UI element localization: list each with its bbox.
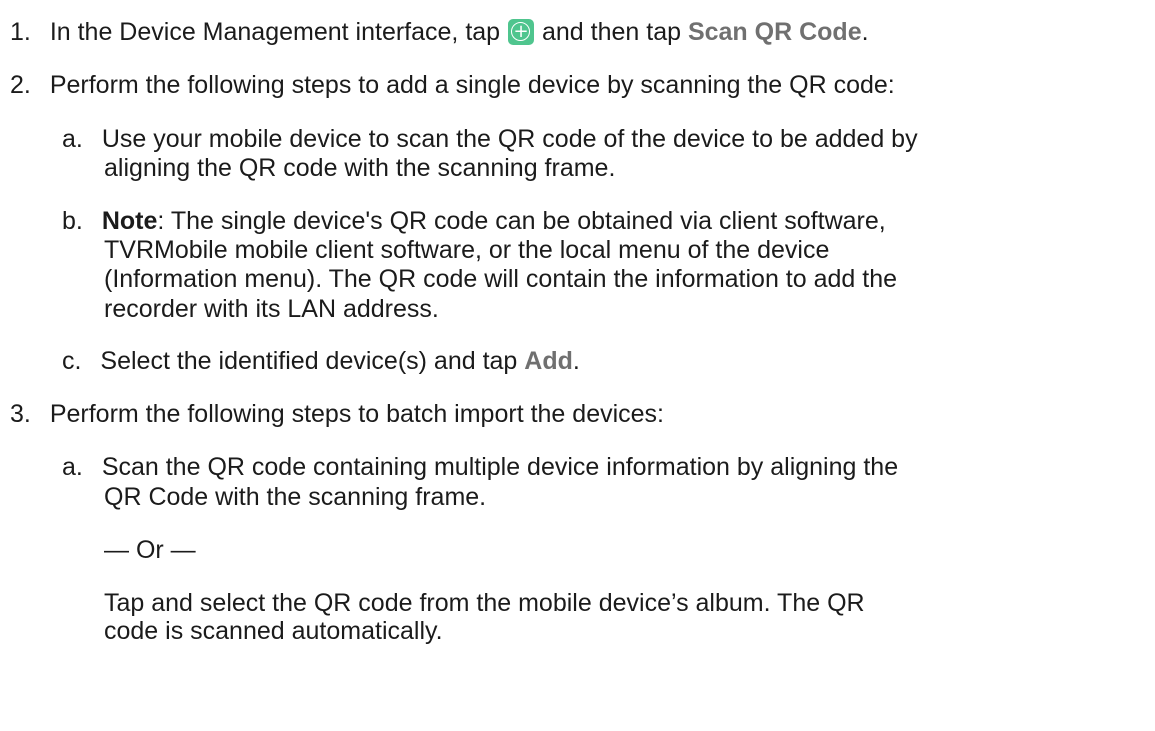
substep-2b: b. Note: The single device's QR code can…: [62, 206, 886, 236]
substep-text: : The single device's QR code can be obt…: [157, 207, 886, 235]
add-circle-icon: [508, 19, 535, 45]
step-text: Perform the following steps to batch imp…: [49, 400, 664, 428]
substep-letter: c.: [62, 347, 82, 375]
step-number: 3.: [10, 400, 31, 428]
substep-letter: b.: [62, 207, 83, 235]
substep-text: .: [572, 347, 580, 375]
substep-letter: a.: [62, 125, 83, 153]
substep-3a-alt: Tap and select the QR code from the mobi…: [104, 588, 865, 618]
substep-3a-alt-cont: code is scanned automatically.: [104, 616, 443, 646]
substep-2a: a. Use your mobile device to scan the QR…: [62, 124, 918, 154]
step-3: 3. Perform the following steps to batch …: [10, 399, 664, 429]
substep-text: code is scanned automatically.: [104, 617, 443, 645]
step-text: .: [861, 18, 869, 46]
substep-2b-cont: TVRMobile mobile client software, or the…: [104, 235, 829, 265]
substep-text: Select the identified device(s) and tap: [100, 347, 518, 375]
step-text: In the Device Management interface, tap: [49, 18, 501, 46]
or-separator: — Or —: [104, 535, 196, 565]
substep-text: Use your mobile device to scan the QR co…: [101, 125, 918, 153]
step-number: 2.: [10, 71, 31, 99]
step-2: 2. Perform the following steps to add a …: [10, 70, 895, 100]
substep-2c: c. Select the identified device(s) and t…: [62, 346, 580, 376]
substep-3a-cont: QR Code with the scanning frame.: [104, 482, 486, 512]
substep-3a: a. Scan the QR code containing multiple …: [62, 452, 898, 482]
step-1: 1. In the Device Management interface, t…: [10, 17, 869, 47]
substep-text: (Information menu). The QR code will con…: [104, 265, 898, 293]
substep-text: Tap and select the QR code from the mobi…: [104, 589, 865, 617]
substep-text: TVRMobile mobile client software, or the…: [104, 236, 830, 264]
note-label: Note: [101, 207, 158, 235]
step-text: Perform the following steps to add a sin…: [49, 71, 895, 99]
substep-2a-cont: aligning the QR code with the scanning f…: [104, 153, 615, 183]
substep-2b-cont: (Information menu). The QR code will con…: [104, 264, 897, 294]
substep-text: recorder with its LAN address.: [104, 295, 439, 323]
substep-2b-cont: recorder with its LAN address.: [104, 294, 439, 324]
substep-text: Scan the QR code containing multiple dev…: [101, 453, 899, 481]
substep-text: aligning the QR code with the scanning f…: [104, 154, 616, 182]
or-text: — Or —: [104, 536, 196, 564]
add-term: Add: [524, 347, 573, 375]
substep-text: QR Code with the scanning frame.: [104, 483, 487, 511]
scan-qr-code-term: Scan QR Code: [687, 18, 862, 46]
step-text: and then tap: [541, 18, 681, 46]
step-number: 1.: [10, 18, 31, 46]
substep-letter: a.: [62, 453, 83, 481]
